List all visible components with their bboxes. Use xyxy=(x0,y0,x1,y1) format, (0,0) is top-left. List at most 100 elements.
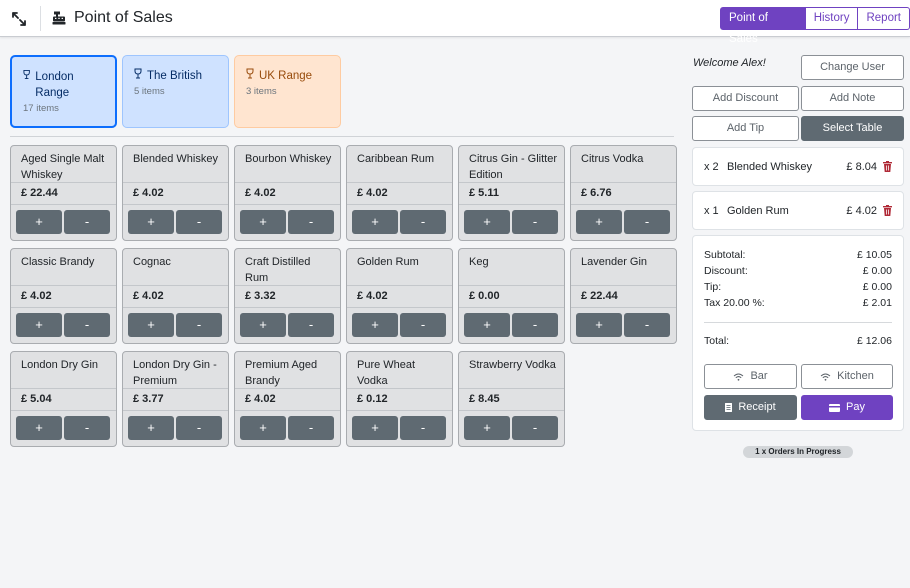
summary-divider xyxy=(704,322,892,323)
add-quantity-button[interactable]: + xyxy=(576,313,622,337)
product-name: Citrus Gin - Glitter Edition xyxy=(469,153,558,181)
product-card[interactable]: Golden Rum £ 4.02 + - xyxy=(346,248,453,344)
add-quantity-button[interactable]: + xyxy=(464,416,510,440)
send-to-kitchen-button[interactable]: Kitchen xyxy=(801,364,893,389)
remove-quantity-button[interactable]: - xyxy=(64,416,110,440)
tax-value: £ 2.01 xyxy=(862,297,892,309)
add-quantity-button[interactable]: + xyxy=(240,210,286,234)
expand-icon[interactable] xyxy=(12,12,26,26)
nav-point-of-sales-button[interactable]: Point of Sales xyxy=(720,7,806,45)
product-card[interactable]: Classic Brandy £ 4.02 + - xyxy=(10,248,117,344)
product-price: £ 4.02 xyxy=(21,290,52,302)
add-note-button[interactable]: Add Note xyxy=(801,86,904,111)
remove-quantity-button[interactable]: - xyxy=(288,313,334,337)
discount-row: Discount: £ 0.00 xyxy=(704,265,892,277)
category-count: 17 items xyxy=(23,103,59,114)
remove-quantity-button[interactable]: - xyxy=(400,210,446,234)
send-to-bar-button[interactable]: Bar xyxy=(704,364,797,389)
add-discount-button[interactable]: Add Discount xyxy=(692,86,799,111)
tip-label: Tip: xyxy=(704,281,722,293)
nav-report-button[interactable]: Report xyxy=(858,7,910,30)
product-price: £ 0.00 xyxy=(469,290,500,302)
product-card[interactable]: Bourbon Whiskey £ 4.02 + - xyxy=(234,145,341,241)
product-card[interactable]: Aged Single Malt Whiskey £ 22.44 + - xyxy=(10,145,117,241)
product-name: Bourbon Whiskey xyxy=(245,153,332,165)
category-tile-london-range[interactable]: London Range 17 items xyxy=(10,55,117,128)
pay-button[interactable]: Pay xyxy=(801,395,893,420)
remove-quantity-button[interactable]: - xyxy=(400,416,446,440)
category-tile-uk-range[interactable]: UK Range 3 items xyxy=(234,55,341,128)
remove-quantity-button[interactable]: - xyxy=(64,313,110,337)
product-card[interactable]: Strawberry Vodka £ 8.45 + - xyxy=(458,351,565,447)
change-user-button[interactable]: Change User xyxy=(801,55,904,80)
add-quantity-button[interactable]: + xyxy=(352,313,398,337)
product-price: £ 0.12 xyxy=(357,393,388,405)
add-quantity-button[interactable]: + xyxy=(464,210,510,234)
product-price: £ 4.02 xyxy=(133,187,164,199)
select-table-button[interactable]: Select Table xyxy=(801,116,904,141)
product-card[interactable]: Blended Whiskey £ 4.02 + - xyxy=(122,145,229,241)
welcome-message: Welcome Alex! xyxy=(693,57,766,69)
order-summary: Subtotal: £ 10.05 Discount: £ 0.00 Tip: … xyxy=(692,235,904,431)
product-price: £ 3.32 xyxy=(245,290,276,302)
orders-in-progress-badge[interactable]: 1 x Orders In Progress xyxy=(743,446,853,458)
remove-quantity-button[interactable]: - xyxy=(288,210,334,234)
product-card[interactable]: Keg £ 0.00 + - xyxy=(458,248,565,344)
product-card[interactable]: Citrus Gin - Glitter Edition £ 5.11 + - xyxy=(458,145,565,241)
category-name: London Range xyxy=(35,71,74,99)
add-quantity-button[interactable]: + xyxy=(16,313,62,337)
pay-label: Pay xyxy=(846,401,865,413)
product-card[interactable]: London Dry Gin £ 5.04 + - xyxy=(10,351,117,447)
add-tip-button[interactable]: Add Tip xyxy=(692,116,799,141)
product-price: £ 5.04 xyxy=(21,393,52,405)
product-card[interactable]: Pure Wheat Vodka £ 0.12 + - xyxy=(346,351,453,447)
order-item-price: £ 8.04 xyxy=(846,161,877,173)
nav-history-button[interactable]: History xyxy=(805,7,859,30)
remove-quantity-button[interactable]: - xyxy=(624,313,670,337)
add-quantity-button[interactable]: + xyxy=(576,210,622,234)
product-card[interactable]: Lavender Gin £ 22.44 + - xyxy=(570,248,677,344)
order-item-name: Golden Rum xyxy=(727,205,789,217)
add-quantity-button[interactable]: + xyxy=(352,210,398,234)
product-price: £ 4.02 xyxy=(133,290,164,302)
remove-quantity-button[interactable]: - xyxy=(624,210,670,234)
remove-quantity-button[interactable]: - xyxy=(512,416,558,440)
add-quantity-button[interactable]: + xyxy=(16,210,62,234)
total-row: Total: £ 12.06 xyxy=(704,335,892,347)
product-name: Golden Rum xyxy=(357,256,419,268)
remove-quantity-button[interactable]: - xyxy=(176,416,222,440)
trash-icon[interactable] xyxy=(883,205,892,216)
product-price: £ 6.76 xyxy=(581,187,612,199)
product-card[interactable]: Cognac £ 4.02 + - xyxy=(122,248,229,344)
product-price: £ 4.02 xyxy=(357,290,388,302)
product-name: Lavender Gin xyxy=(581,256,648,268)
category-tile-the-british[interactable]: The British 5 items xyxy=(122,55,229,128)
product-card[interactable]: Citrus Vodka £ 6.76 + - xyxy=(570,145,677,241)
product-card[interactable]: London Dry Gin - Premium £ 3.77 + - xyxy=(122,351,229,447)
remove-quantity-button[interactable]: - xyxy=(512,210,558,234)
add-quantity-button[interactable]: + xyxy=(464,313,510,337)
trash-icon[interactable] xyxy=(883,161,892,172)
remove-quantity-button[interactable]: - xyxy=(288,416,334,440)
category-name: The British xyxy=(147,70,202,82)
subtotal-row: Subtotal: £ 10.05 xyxy=(704,249,892,261)
bar-label: Bar xyxy=(750,370,768,382)
remove-quantity-button[interactable]: - xyxy=(176,313,222,337)
remove-quantity-button[interactable]: - xyxy=(512,313,558,337)
add-quantity-button[interactable]: + xyxy=(128,416,174,440)
add-quantity-button[interactable]: + xyxy=(128,313,174,337)
remove-quantity-button[interactable]: - xyxy=(64,210,110,234)
add-quantity-button[interactable]: + xyxy=(240,313,286,337)
remove-quantity-button[interactable]: - xyxy=(176,210,222,234)
credit-card-icon xyxy=(829,403,841,412)
add-quantity-button[interactable]: + xyxy=(128,210,174,234)
product-card[interactable]: Premium Aged Brandy £ 4.02 + - xyxy=(234,351,341,447)
add-quantity-button[interactable]: + xyxy=(352,416,398,440)
add-quantity-button[interactable]: + xyxy=(240,416,286,440)
product-card[interactable]: Craft Distilled Rum £ 3.32 + - xyxy=(234,248,341,344)
receipt-button[interactable]: Receipt xyxy=(704,395,797,420)
category-name: UK Range xyxy=(259,70,313,82)
add-quantity-button[interactable]: + xyxy=(16,416,62,440)
product-card[interactable]: Caribbean Rum £ 4.02 + - xyxy=(346,145,453,241)
remove-quantity-button[interactable]: - xyxy=(400,313,446,337)
